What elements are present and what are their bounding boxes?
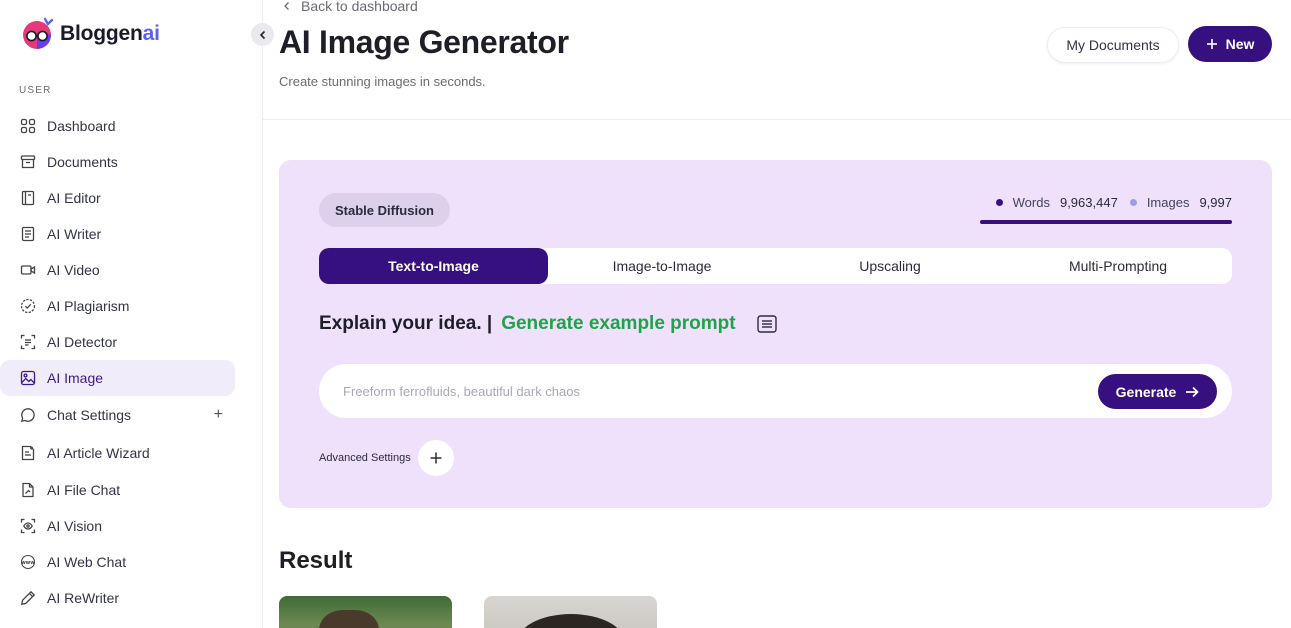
generator-panel: Stable Diffusion Words 9,963,447 Images … (279, 160, 1272, 508)
brand-mascot-icon (20, 17, 54, 51)
back-to-dashboard-link[interactable]: Back to dashboard (283, 0, 418, 14)
sidebar-item-label: AI Detector (47, 334, 118, 350)
sidebar-item-label: Dashboard (47, 118, 116, 134)
sidebar-item-label: AI Writer (47, 226, 102, 242)
images-label: Images (1146, 195, 1190, 210)
sidebar-item-ai-file-chat[interactable]: AI File Chat (0, 472, 235, 508)
result-image-thumbnail[interactable] (484, 596, 657, 628)
tab-multi-prompting[interactable]: Multi-Prompting (1004, 248, 1232, 284)
page-subtitle: Create stunning images in seconds. (279, 74, 486, 89)
sidebar-item-ai-detector[interactable]: AI Detector (0, 324, 235, 360)
sidebar-item-label: AI Web Chat (47, 554, 127, 570)
file-icon (19, 482, 36, 499)
sidebar-item-dashboard[interactable]: Dashboard (0, 108, 235, 144)
my-documents-button[interactable]: My Documents (1047, 27, 1179, 63)
generate-button[interactable]: Generate (1098, 374, 1217, 409)
idea-label: Explain your idea. | (319, 313, 493, 334)
sidebar-item-label: AI Plagiarism (47, 298, 130, 314)
brand-logo[interactable]: Bloggenai (20, 17, 160, 51)
page-title: AI Image Generator (279, 24, 569, 60)
sidebar-item-ai-web-chat[interactable]: www AI Web Chat (0, 544, 235, 580)
words-label: Words (1012, 195, 1050, 210)
eye-scan-icon (19, 518, 36, 535)
advanced-settings-label: Advanced Settings (319, 452, 411, 464)
back-link-label: Back to dashboard (301, 0, 418, 14)
sidebar-item-label: AI File Chat (47, 482, 121, 498)
sidebar-collapse-button[interactable] (251, 23, 274, 46)
images-value: 9,997 (1199, 195, 1232, 210)
archive-icon (19, 154, 36, 171)
idea-row: Explain your idea. | Generate example pr… (319, 313, 777, 335)
sidebar-item-chat-settings[interactable]: Chat Settings + (0, 396, 235, 434)
arrow-right-icon (1186, 386, 1200, 397)
images-stat: Images 9,997 (1129, 195, 1232, 210)
list-icon[interactable] (756, 315, 777, 333)
sidebar-item-ai-image[interactable]: AI Image (0, 360, 235, 396)
tab-text-to-image[interactable]: Text-to-Image (319, 248, 548, 284)
sidebar-item-ai-video[interactable]: AI Video (0, 252, 235, 288)
tab-upscaling[interactable]: Upscaling (776, 248, 1004, 284)
generate-button-label: Generate (1115, 383, 1177, 400)
sidebar-item-ai-article-wizard[interactable]: AI Article Wizard (0, 434, 235, 472)
sidebar-item-label: AI ReWriter (47, 590, 120, 606)
sidebar-item-ai-vision[interactable]: AI Vision (0, 508, 235, 544)
usage-bar (980, 220, 1232, 224)
new-button[interactable]: New (1188, 26, 1272, 62)
words-stat: Words 9,963,447 (995, 195, 1118, 210)
sidebar-item-label: AI Article Wizard (47, 445, 150, 461)
chevron-left-icon (284, 2, 289, 10)
video-icon (19, 262, 36, 279)
sidebar: Bloggenai USER Dashboard Documents AI Ed… (0, 0, 263, 628)
sidebar-item-label: Documents (47, 154, 118, 170)
pen-icon (19, 590, 36, 607)
scan-text-icon (19, 334, 36, 351)
sidebar-item-documents[interactable]: Documents (0, 144, 235, 180)
svg-text:www: www (21, 560, 35, 566)
book-icon (19, 190, 36, 207)
model-badge[interactable]: Stable Diffusion (319, 193, 450, 227)
words-value: 9,963,447 (1059, 195, 1118, 210)
sidebar-item-label: Chat Settings (47, 407, 132, 423)
result-image-thumbnail[interactable] (279, 596, 452, 628)
sidebar-item-ai-editor[interactable]: AI Editor (0, 180, 235, 216)
document-icon (19, 226, 36, 243)
sidebar-section-label: USER (19, 85, 52, 96)
advanced-settings-row: Advanced Settings (319, 440, 454, 476)
sidebar-item-label: AI Editor (47, 190, 101, 206)
article-icon (19, 445, 36, 462)
mode-tabs: Text-to-Image Image-to-Image Upscaling M… (319, 248, 1232, 284)
plus-icon (430, 452, 442, 464)
sidebar-item-label: AI Video (47, 262, 100, 278)
prompt-box: Generate (319, 364, 1232, 418)
sidebar-item-ai-writer[interactable]: AI Writer (0, 216, 235, 252)
generate-example-prompt-link[interactable]: Generate example prompt (501, 313, 735, 335)
sidebar-item-label: AI Vision (47, 518, 102, 534)
expand-plus-icon[interactable]: + (214, 406, 223, 424)
advanced-settings-toggle[interactable] (417, 440, 454, 476)
sidebar-item-label: AI Image (47, 370, 104, 386)
www-icon: www (19, 554, 36, 571)
result-title: Result (279, 547, 353, 574)
sidebar-item-ai-rewriter[interactable]: AI ReWriter (0, 580, 235, 616)
usage-stats: Words 9,963,447 Images 9,997 (995, 195, 1232, 210)
brand-name: Bloggenai (60, 22, 160, 45)
prompt-input[interactable] (343, 364, 1043, 418)
images-dot-icon (1129, 199, 1137, 206)
plus-icon (1206, 39, 1217, 49)
badge-check-icon (19, 298, 36, 315)
words-dot-icon (995, 199, 1003, 206)
tab-image-to-image[interactable]: Image-to-Image (548, 248, 776, 284)
chat-bubble-icon (19, 407, 36, 424)
grid-icon (19, 118, 36, 135)
chevron-left-icon (259, 30, 265, 39)
sidebar-item-ai-plagiarism[interactable]: AI Plagiarism (0, 288, 235, 324)
new-button-label: New (1225, 36, 1255, 52)
header-divider (263, 119, 1291, 120)
image-icon (19, 370, 36, 387)
sidebar-nav: Dashboard Documents AI Editor AI Writer … (0, 108, 263, 616)
